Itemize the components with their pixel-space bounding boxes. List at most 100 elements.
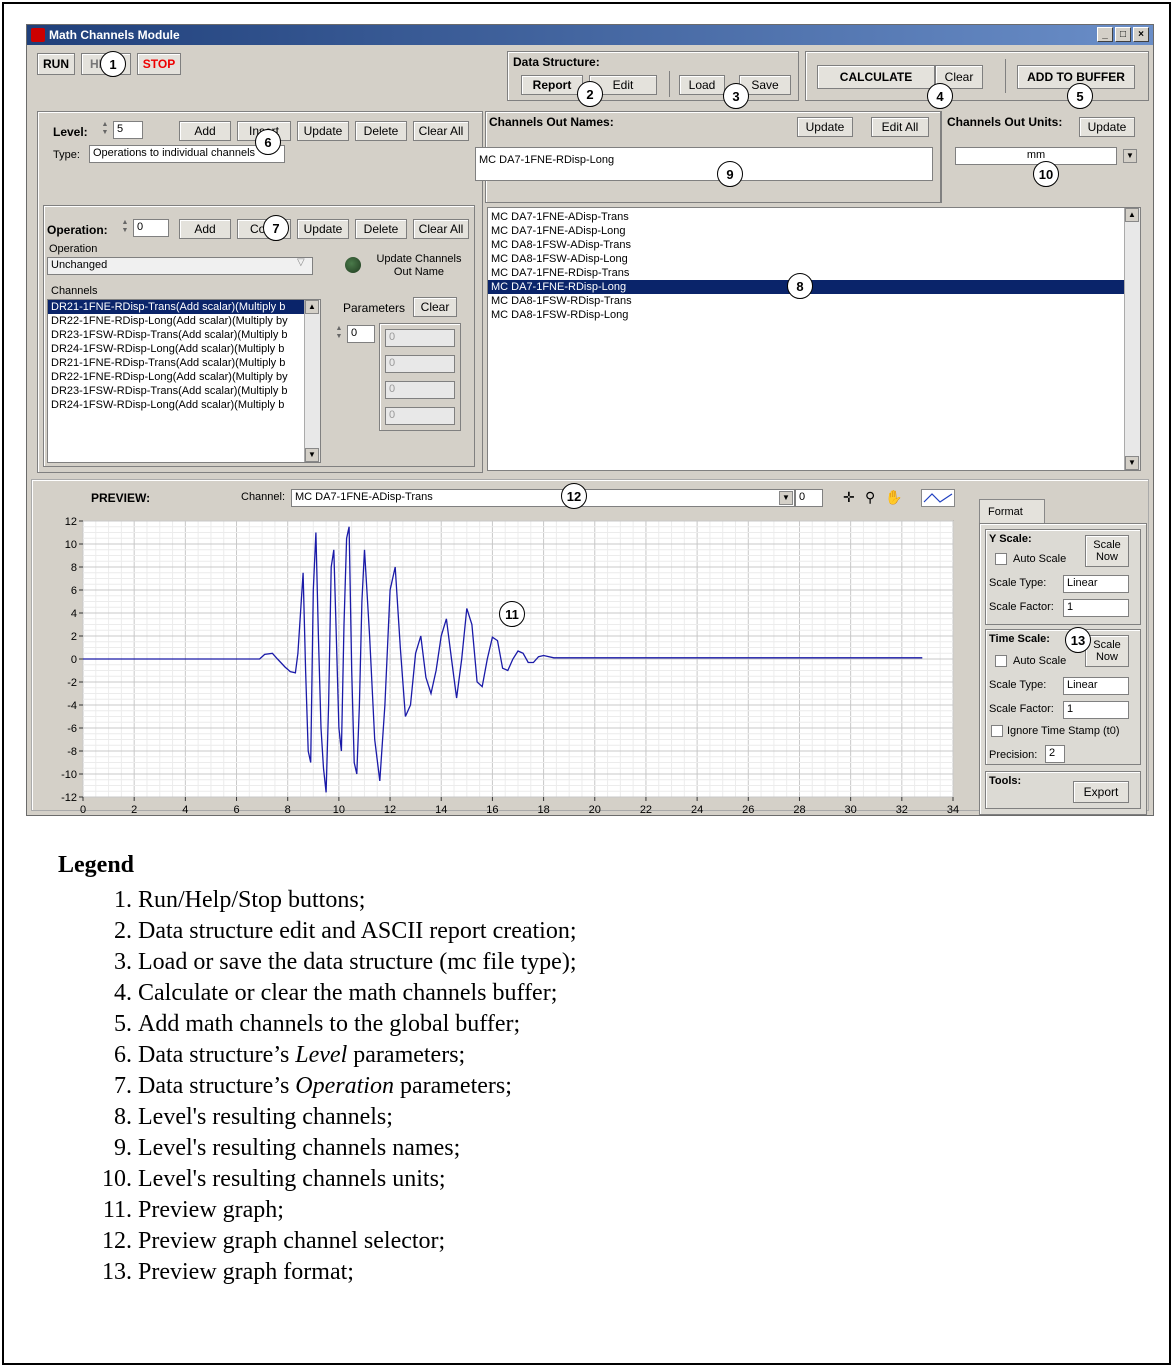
legend-item: Calculate or clear the math channels buf…	[138, 978, 577, 1009]
parameter-index-input[interactable]: 0	[347, 325, 375, 343]
level-update-button[interactable]: Update	[297, 121, 349, 141]
preview-index-input[interactable]: 0	[795, 489, 823, 507]
input-channel-item[interactable]: DR22-1FNE-RDisp-Long(Add scalar)(Multipl…	[48, 370, 320, 384]
y-auto-scale-checkbox[interactable]	[995, 553, 1007, 565]
y-scale-now-button[interactable]: Scale Now	[1085, 535, 1129, 567]
operation-update-button[interactable]: Update	[297, 219, 349, 239]
units-update-button[interactable]: Update	[1079, 117, 1135, 137]
operation-add-button[interactable]: Add	[179, 219, 231, 239]
operation-dropdown-icon[interactable]: ▽	[297, 257, 305, 268]
input-channel-item[interactable]: DR23-1FSW-RDisp-Trans(Add scalar)(Multip…	[48, 384, 320, 398]
input-channel-item[interactable]: DR21-1FNE-RDisp-Trans(Add scalar)(Multip…	[48, 356, 320, 370]
channel-out-name-field[interactable]: MC DA7-1FNE-RDisp-Long	[475, 147, 933, 181]
run-button[interactable]: RUN	[37, 53, 75, 75]
preview-graph[interactable]: 0 2 4 6 8 10 12 14 16 18 20 22 24 26 28 30 32 34121086420…	[27, 511, 977, 821]
parameter-field[interactable]: 0	[385, 329, 455, 347]
x-tick-label: 6	[233, 804, 239, 816]
ignore-t0-label: Ignore Time Stamp (t0)	[1007, 725, 1120, 737]
format-tab[interactable]: Format	[979, 499, 1045, 525]
data-structure-label: Data Structure:	[513, 55, 600, 69]
parameter-field[interactable]: 0	[385, 381, 455, 399]
channels-out-units-label: Channels Out Units:	[947, 115, 1063, 129]
pan-tool-icon[interactable]: ✋	[885, 489, 902, 506]
callout-3: 3	[723, 83, 749, 109]
output-channel-item[interactable]: MC DA8-1FSW-ADisp-Long	[488, 252, 1140, 266]
calculate-button[interactable]: CALCULATE	[817, 65, 935, 89]
level-delete-button[interactable]: Delete	[355, 121, 407, 141]
time-scale-factor-input[interactable]: 1	[1063, 701, 1129, 719]
input-channels-list[interactable]: DR21-1FNE-RDisp-Trans(Add scalar)(Multip…	[47, 299, 321, 463]
time-auto-scale-checkbox[interactable]	[995, 655, 1007, 667]
level-clear-all-button[interactable]: Clear All	[413, 121, 469, 141]
level-add-button[interactable]: Add	[179, 121, 231, 141]
scroll-up-icon[interactable]: ▲	[1125, 208, 1139, 222]
y-scale-type-select[interactable]: Linear	[1063, 575, 1129, 593]
output-channels-list[interactable]: MC DA7-1FNE-ADisp-Trans MC DA7-1FNE-ADisp…	[487, 207, 1141, 471]
output-channel-item[interactable]: MC DA8-1FSW-RDisp-Trans	[488, 294, 1140, 308]
y-tick-label: 10	[65, 539, 77, 551]
output-channel-item[interactable]: MC DA8-1FSW-ADisp-Trans	[488, 238, 1140, 252]
parameter-index-spinner-icon[interactable]: ▲ ▼	[333, 325, 345, 343]
scroll-up-icon[interactable]: ▲	[305, 300, 319, 314]
y-tick-label: -2	[67, 677, 77, 689]
time-scale-now-button[interactable]: Scale Now	[1085, 635, 1129, 667]
operation-delete-button[interactable]: Delete	[355, 219, 407, 239]
output-channel-item[interactable]: MC DA7-1FNE-ADisp-Trans	[488, 210, 1140, 224]
units-select[interactable]: mm	[955, 147, 1117, 165]
update-channels-led[interactable]	[345, 257, 361, 273]
parameter-field[interactable]: 0	[385, 355, 455, 373]
input-channel-item[interactable]: DR24-1FSW-RDisp-Long(Add scalar)(Multipl…	[48, 398, 320, 412]
y-scale-factor-input[interactable]: 1	[1063, 599, 1129, 617]
callout-11: 11	[499, 601, 525, 627]
maximize-icon[interactable]: □	[1115, 27, 1131, 42]
input-channel-item[interactable]: DR22-1FNE-RDisp-Long(Add scalar)(Multipl…	[48, 314, 320, 328]
y-scale-factor-label: Scale Factor:	[989, 601, 1054, 613]
operation-spinner-icon[interactable]: ▲ ▼	[119, 219, 131, 237]
level-input[interactable]: 5	[113, 121, 143, 139]
y-tick-label: 4	[71, 608, 77, 620]
operation-clear-all-button[interactable]: Clear All	[413, 219, 469, 239]
input-channel-item[interactable]: DR24-1FSW-RDisp-Long(Add scalar)(Multipl…	[48, 342, 320, 356]
operation-input[interactable]: 0	[133, 219, 169, 237]
scroll-down-icon[interactable]: ▼	[305, 448, 319, 462]
time-scale-type-label: Scale Type:	[989, 679, 1047, 691]
channels-out-names-label: Channels Out Names:	[489, 115, 614, 129]
x-tick-label: 4	[182, 804, 188, 816]
output-channel-item[interactable]: MC DA8-1FSW-RDisp-Long	[488, 308, 1140, 322]
parameter-field[interactable]: 0	[385, 407, 455, 425]
close-icon[interactable]: ×	[1133, 27, 1149, 42]
input-channel-item[interactable]: DR23-1FSW-RDisp-Trans(Add scalar)(Multip…	[48, 328, 320, 342]
output-channel-item[interactable]: MC DA7-1FNE-RDisp-Long	[488, 280, 1140, 294]
level-spinner-icon[interactable]: ▲ ▼	[99, 121, 111, 139]
names-update-button[interactable]: Update	[797, 117, 853, 137]
scroll-down-icon[interactable]: ▼	[1125, 456, 1139, 470]
stop-button[interactable]: STOP	[137, 53, 181, 75]
callout-7: 7	[263, 215, 289, 241]
load-button[interactable]: Load	[679, 75, 725, 95]
parameters-clear-button[interactable]: Clear	[413, 297, 457, 317]
y-tick-label: -10	[61, 769, 77, 781]
precision-input[interactable]: 2	[1045, 745, 1065, 763]
y-tick-label: -4	[67, 700, 77, 712]
level-label: Level:	[53, 125, 88, 139]
tools-label: Tools:	[989, 775, 1022, 787]
preview-channel-select[interactable]: MC DA7-1FNE-ADisp-Trans	[291, 489, 795, 507]
units-dropdown-icon[interactable]: ▼	[1123, 149, 1137, 163]
minimize-icon[interactable]: _	[1097, 27, 1113, 42]
zoom-tool-icon[interactable]: ⚲	[865, 489, 875, 506]
report-button[interactable]: Report	[521, 75, 583, 95]
ignore-t0-checkbox[interactable]	[991, 725, 1003, 737]
operation-select[interactable]: Unchanged	[47, 257, 313, 275]
crosshair-tool-icon[interactable]: ✛	[843, 489, 855, 506]
output-channel-item[interactable]: MC DA7-1FNE-ADisp-Long	[488, 224, 1140, 238]
output-scrollbar[interactable]: ▲ ▼	[1124, 208, 1140, 470]
time-scale-type-select[interactable]: Linear	[1063, 677, 1129, 695]
x-tick-label: 0	[80, 804, 86, 816]
plot-style-icon[interactable]	[921, 489, 955, 507]
channel-dropdown-icon[interactable]: ▼	[779, 491, 793, 505]
channels-scrollbar[interactable]: ▲ ▼	[304, 300, 320, 462]
edit-all-button[interactable]: Edit All	[871, 117, 929, 137]
output-channel-item[interactable]: MC DA7-1FNE-RDisp-Trans	[488, 266, 1140, 280]
export-button[interactable]: Export	[1073, 781, 1129, 803]
input-channel-item[interactable]: DR21-1FNE-RDisp-Trans(Add scalar)(Multip…	[48, 300, 320, 314]
